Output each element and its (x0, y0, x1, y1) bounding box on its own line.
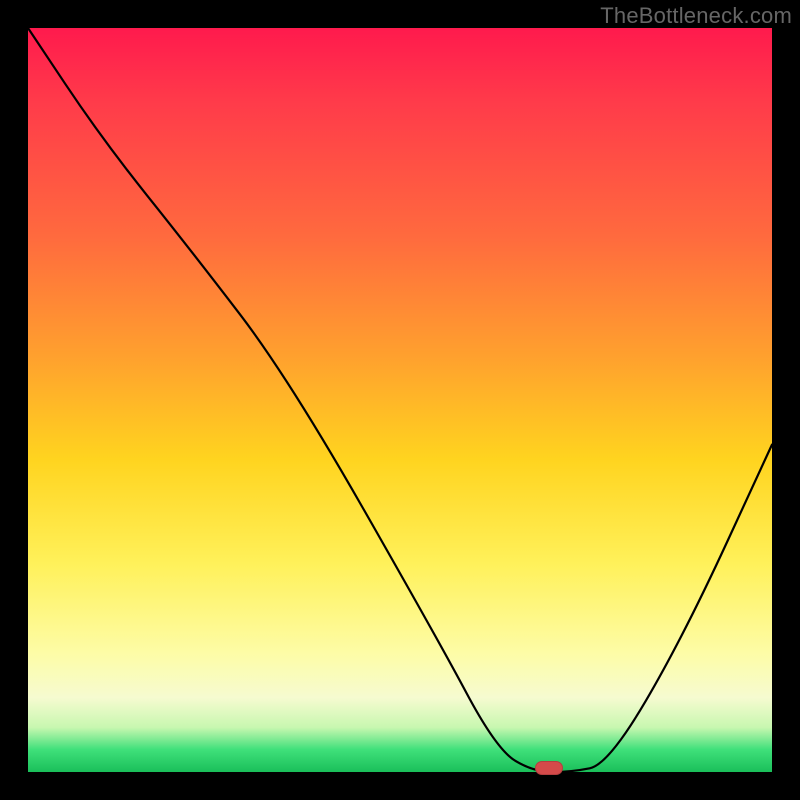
watermark-text: TheBottleneck.com (600, 3, 792, 29)
bottleneck-curve (28, 28, 772, 772)
optimum-marker (535, 761, 563, 775)
plot-area (28, 28, 772, 772)
chart-frame: TheBottleneck.com (0, 0, 800, 800)
